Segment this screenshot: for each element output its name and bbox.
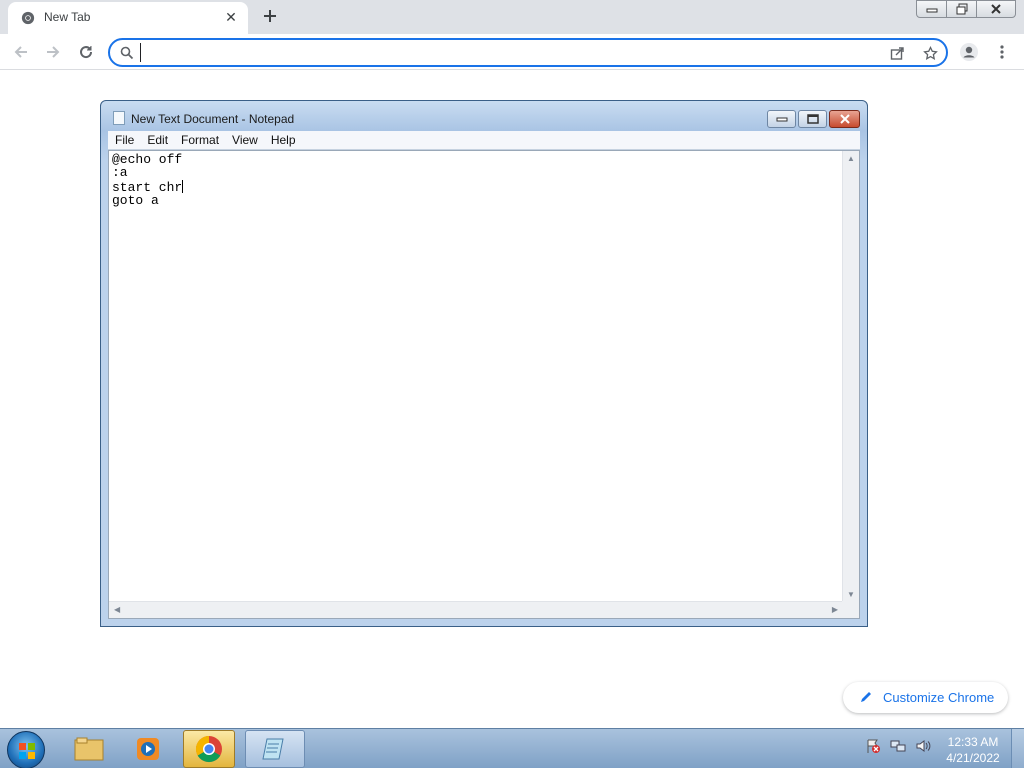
notepad-window[interactable]: New Text Document - Notepad File Edit Fo… [100, 100, 868, 627]
scroll-down-icon[interactable]: ▼ [847, 590, 855, 599]
close-window-button[interactable] [976, 0, 1016, 18]
restore-button[interactable] [946, 0, 977, 18]
address-input[interactable] [140, 43, 870, 62]
notepad-text: @echo off:a start chr goto a [112, 152, 184, 208]
search-icon [119, 45, 135, 61]
minimize-button[interactable] [916, 0, 947, 18]
menu-view[interactable]: View [225, 133, 264, 147]
arrow-right-icon [47, 46, 60, 58]
volume-icon[interactable] [914, 737, 932, 755]
tab-new-tab[interactable]: New Tab ✕ [8, 2, 248, 34]
tab-title: New Tab [44, 10, 91, 24]
notepad-minimize-button[interactable] [767, 110, 796, 128]
horizontal-scrollbar[interactable]: ◀ ▶ [109, 601, 843, 618]
minimize-icon [926, 8, 937, 13]
notepad-icon [262, 738, 284, 760]
taskbar: 12:33 AM 4/21/2022 [0, 728, 1024, 768]
menu-edit[interactable]: Edit [140, 133, 174, 147]
arrow-left-icon [14, 46, 27, 58]
pencil-icon [861, 692, 871, 702]
chrome-icon [21, 11, 35, 25]
close-icon [839, 114, 850, 124]
vertical-scrollbar[interactable]: ▲ ▼ [842, 151, 859, 602]
menu-format[interactable]: Format [174, 133, 225, 147]
chrome-icon [195, 735, 222, 763]
menu-button[interactable] [990, 40, 1014, 64]
text-line: goto a [112, 192, 159, 208]
close-icon[interactable]: ✕ [223, 9, 239, 25]
notepad-window-controls [765, 110, 860, 128]
tab-strip: New Tab ✕ [0, 0, 1024, 34]
text-line: @echo off [112, 152, 183, 167]
clock[interactable]: 12:33 AM 4/21/2022 [940, 734, 1006, 766]
notepad-maximize-button[interactable] [798, 110, 827, 128]
share-icon[interactable] [889, 45, 905, 61]
reload-icon [80, 46, 93, 59]
notepad-icon [113, 111, 125, 125]
window-controls [916, 0, 1016, 18]
clock-time: 12:33 AM [947, 735, 999, 749]
notepad-menubar: File Edit Format View Help [108, 131, 860, 150]
menu-help[interactable]: Help [264, 133, 302, 147]
profile-button[interactable] [957, 40, 981, 64]
plus-icon [264, 10, 276, 22]
customize-chrome-label: Customize Chrome [883, 690, 995, 705]
browser-toolbar [0, 34, 1024, 70]
scroll-left-icon[interactable]: ◀ [114, 605, 120, 614]
taskbar-notepad[interactable] [245, 730, 305, 768]
menu-file[interactable]: File [108, 133, 140, 147]
taskbar-explorer[interactable] [63, 730, 115, 768]
reload-button[interactable] [74, 40, 98, 64]
action-center-flag-icon[interactable] [864, 737, 882, 755]
scroll-up-icon[interactable]: ▲ [847, 154, 855, 163]
minimize-icon [776, 117, 787, 122]
notepad-close-button[interactable] [829, 110, 860, 128]
omnibox[interactable] [108, 38, 948, 67]
back-button[interactable] [9, 40, 33, 64]
network-icon[interactable] [889, 737, 907, 755]
text-caret [182, 179, 184, 193]
restore-icon [956, 3, 967, 15]
show-desktop-button[interactable] [1011, 729, 1024, 768]
customize-chrome-button[interactable]: Customize Chrome [843, 682, 1008, 713]
resize-grip[interactable] [842, 601, 859, 618]
scroll-right-icon[interactable]: ▶ [832, 605, 838, 614]
windows-logo-icon [19, 743, 35, 759]
text-line-caret: start chr [112, 179, 184, 194]
new-tab-button[interactable] [260, 6, 280, 26]
media-player-icon [137, 738, 159, 760]
start-button[interactable] [7, 731, 45, 768]
notepad-titlebar[interactable]: New Text Document - Notepad [101, 101, 867, 131]
maximize-icon [806, 114, 819, 124]
notepad-title: New Text Document - Notepad [131, 112, 295, 126]
clock-date: 4/21/2022 [946, 751, 1000, 765]
close-icon [991, 4, 1001, 14]
system-tray [864, 737, 939, 755]
taskbar-chrome[interactable] [183, 730, 235, 768]
notepad-text-area[interactable]: @echo off:a start chr goto a ▲ ▼ ◀ ▶ [108, 150, 860, 619]
kebab-menu-icon [1000, 45, 1004, 59]
avatar-icon [960, 43, 978, 61]
folder-icon [74, 737, 104, 761]
forward-button[interactable] [41, 40, 65, 64]
bookmark-star-icon[interactable] [922, 45, 938, 61]
text-line: :a [112, 165, 128, 181]
taskbar-media-player[interactable] [122, 730, 174, 768]
